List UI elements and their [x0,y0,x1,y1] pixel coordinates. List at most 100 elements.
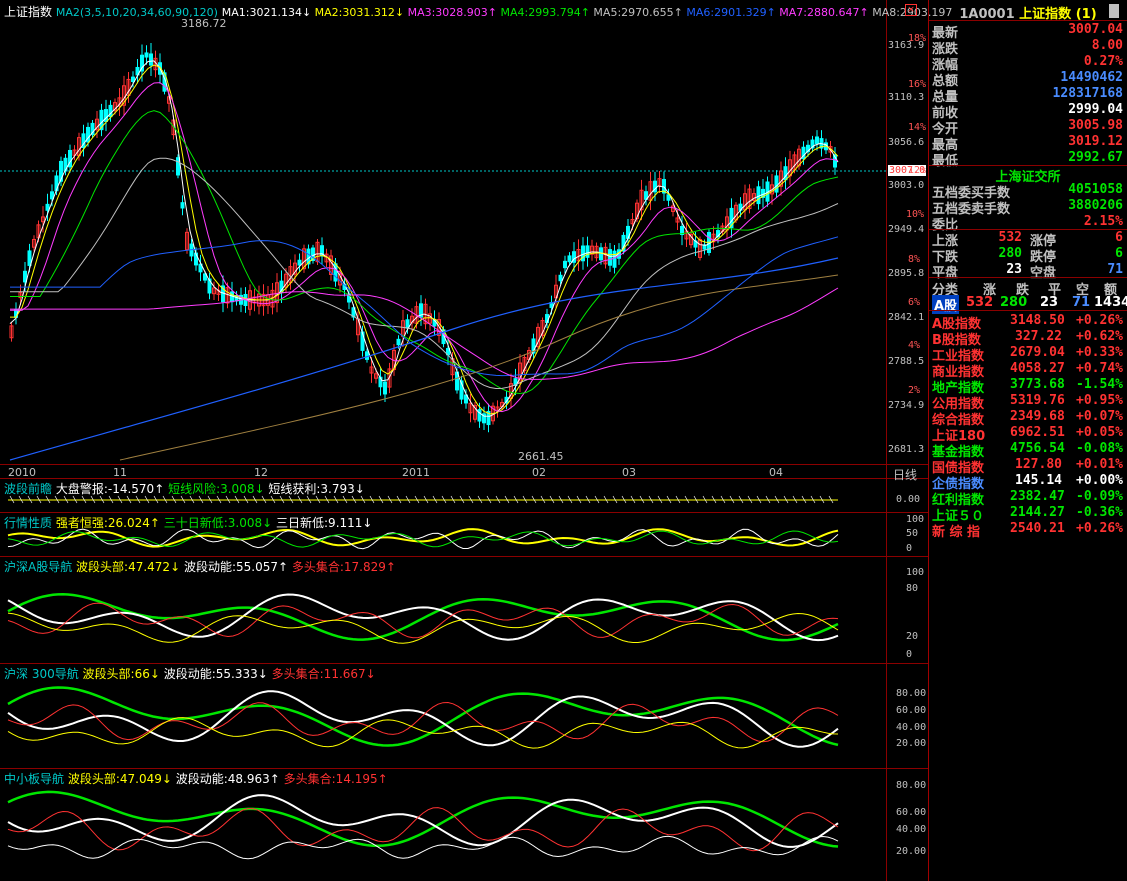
index-change: -0.36% [1076,505,1123,520]
pct-tick: 6% [908,297,921,308]
moving-average-line [10,157,839,390]
pane-scale-tick: 20.00 [896,738,927,749]
pane-scale-tick: 80.00 [896,780,927,791]
index-price: 5319.76 [1010,393,1065,408]
quote-row: 最新 3007.04 [930,22,1127,41]
candle-body [297,259,302,266]
quote-value: 2999.04 [1068,102,1123,117]
quote-row: 今开 3005.98 [930,118,1127,137]
pct-tick: 4% [908,340,921,351]
pct-tick: 12% [908,165,927,176]
quote-value: 3880206 [1068,198,1123,213]
index-row[interactable]: 商业指数 4058.27 +0.74% [930,361,1127,380]
pct-tick: 18% [908,33,927,44]
index-row[interactable]: 上证５０ 2144.27 -0.36% [930,505,1127,524]
price-tick: 3056.6 [888,137,925,148]
pane-title-segment: 三日新低:9.111↓ [276,516,373,530]
index-price: 2349.68 [1010,409,1065,424]
indicator-line [7,593,839,642]
ma-value: MA4:2993.794↑ [497,6,590,19]
ma-values: MA1:3021.134↓ MA2:3031.312↓ MA3:3028.903… [222,6,953,19]
pane-title-segment: 短线风险:3.008↓ [168,482,269,496]
breadth-value: 532 [998,230,1022,245]
pane-scale-tick: 40.00 [896,824,927,835]
pct-tick: 2% [908,385,921,396]
pane-scale-tick: 100 [906,567,925,578]
index-row[interactable]: 公用指数 5319.76 +0.95% [930,393,1127,412]
pane-title-segment: 波段前瞻 [4,482,56,496]
index-change: +0.01% [1076,457,1123,472]
pane-title-segment: 中小板导航 [4,772,68,786]
price-tick: 2734.9 [888,400,925,411]
quote-header: 1A0001 上证指数 (1) [929,3,1127,22]
pane-title-segment: 多头集合:14.195↑ [283,772,388,786]
ma-value: MA6:2901.329↑ [682,6,776,19]
price-tick: 2949.4 [888,224,925,235]
classification-cell: 71 [1072,295,1091,310]
quote-value: 2992.67 [1068,150,1123,165]
index-price: 2382.47 [1010,489,1065,504]
pct-tick: 10% [906,209,925,220]
candle-body [149,53,153,66]
candle-body [774,175,779,193]
pane-title-segment: 三十日新低:3.008↓ [163,516,277,530]
index-change: +0.33% [1076,345,1123,360]
classification-cell: 280 [1000,295,1028,310]
index-row[interactable]: 国债指数 127.80 +0.01% [930,457,1127,476]
divider [0,556,928,557]
breadth-value: 71 [1107,262,1123,277]
pane-title-segment: 波段动能:55.333↓ [163,667,272,681]
order-book-row: 委比 2.15% [930,214,1127,233]
index-row[interactable]: 企债指数 145.14 +0.00% [930,473,1127,492]
quote-row: 总额 14490462 [930,70,1127,89]
indicator-line [7,835,839,860]
divider [0,768,928,769]
pane-title-segment: 多头集合:17.829↑ [291,560,396,574]
index-price: 2144.27 [1010,505,1065,520]
index-row[interactable]: 上证180 6962.51 +0.05% [930,425,1127,444]
candle-body [585,245,590,258]
quote-value: 0.27% [1083,54,1123,69]
quote-value: 4051058 [1068,182,1123,197]
pct-tick: 8% [908,254,921,265]
index-change: +0.74% [1076,361,1123,376]
pane-title-segment: 短线获利:3.793↓ [268,482,365,496]
moving-average-line [9,257,839,461]
index-row[interactable]: A股指数 3148.50 +0.26% [930,313,1127,332]
pane-title-segment: 大盘警报:-14.570↑ [55,482,169,496]
price-tick: 3110.3 [888,92,925,103]
index-row[interactable]: 工业指数 2679.04 +0.33% [930,345,1127,364]
candle-body [27,250,32,266]
price-tick: 2681.3 [888,444,925,455]
index-row[interactable]: 基金指数 4756.54 -0.08% [930,441,1127,460]
breadth-value: 23 [1006,262,1022,277]
period-label[interactable]: 日线 [893,466,917,483]
index-row[interactable]: 地产指数 3773.68 -1.54% [930,377,1127,396]
index-row[interactable]: 新 综 指 2540.21 +0.26% [930,521,1127,540]
price-tick: 3003.0 [888,180,925,191]
index-change: +0.00% [1076,473,1123,488]
index-row[interactable]: 综合指数 2349.68 +0.07% [930,409,1127,428]
x-tick: 2011 [402,466,430,479]
classification-cell: 1434 [1094,295,1127,310]
index-price: 6962.51 [1010,425,1065,440]
pane-title-segment: 波段动能:48.963↑ [175,772,284,786]
candle-body [144,52,149,58]
order-book-row: 五档委卖手数 3880206 [930,198,1127,217]
index-row[interactable]: B股指数 327.22 +0.62% [930,329,1127,348]
pane-scale-tick: 0 [906,649,913,660]
classification-cell: A股 [932,295,960,314]
index-row[interactable]: 红利指数 2382.47 -0.09% [930,489,1127,508]
index-change: +0.05% [1076,425,1123,440]
index-price: 3148.50 [1010,313,1065,328]
header-scroll-button[interactable] [1109,4,1119,18]
pct-tick: 14% [908,122,927,133]
indicator-line [7,528,839,550]
moving-average-line [10,287,839,380]
divider [0,512,928,513]
price-tick: 2895.8 [888,268,925,279]
pane-scale-tick: 40.00 [896,722,927,733]
breadth-row: 上涨 532 涨停 6 [930,230,1127,249]
close-icon[interactable]: × [905,4,917,16]
breadth-value: 280 [998,246,1022,261]
